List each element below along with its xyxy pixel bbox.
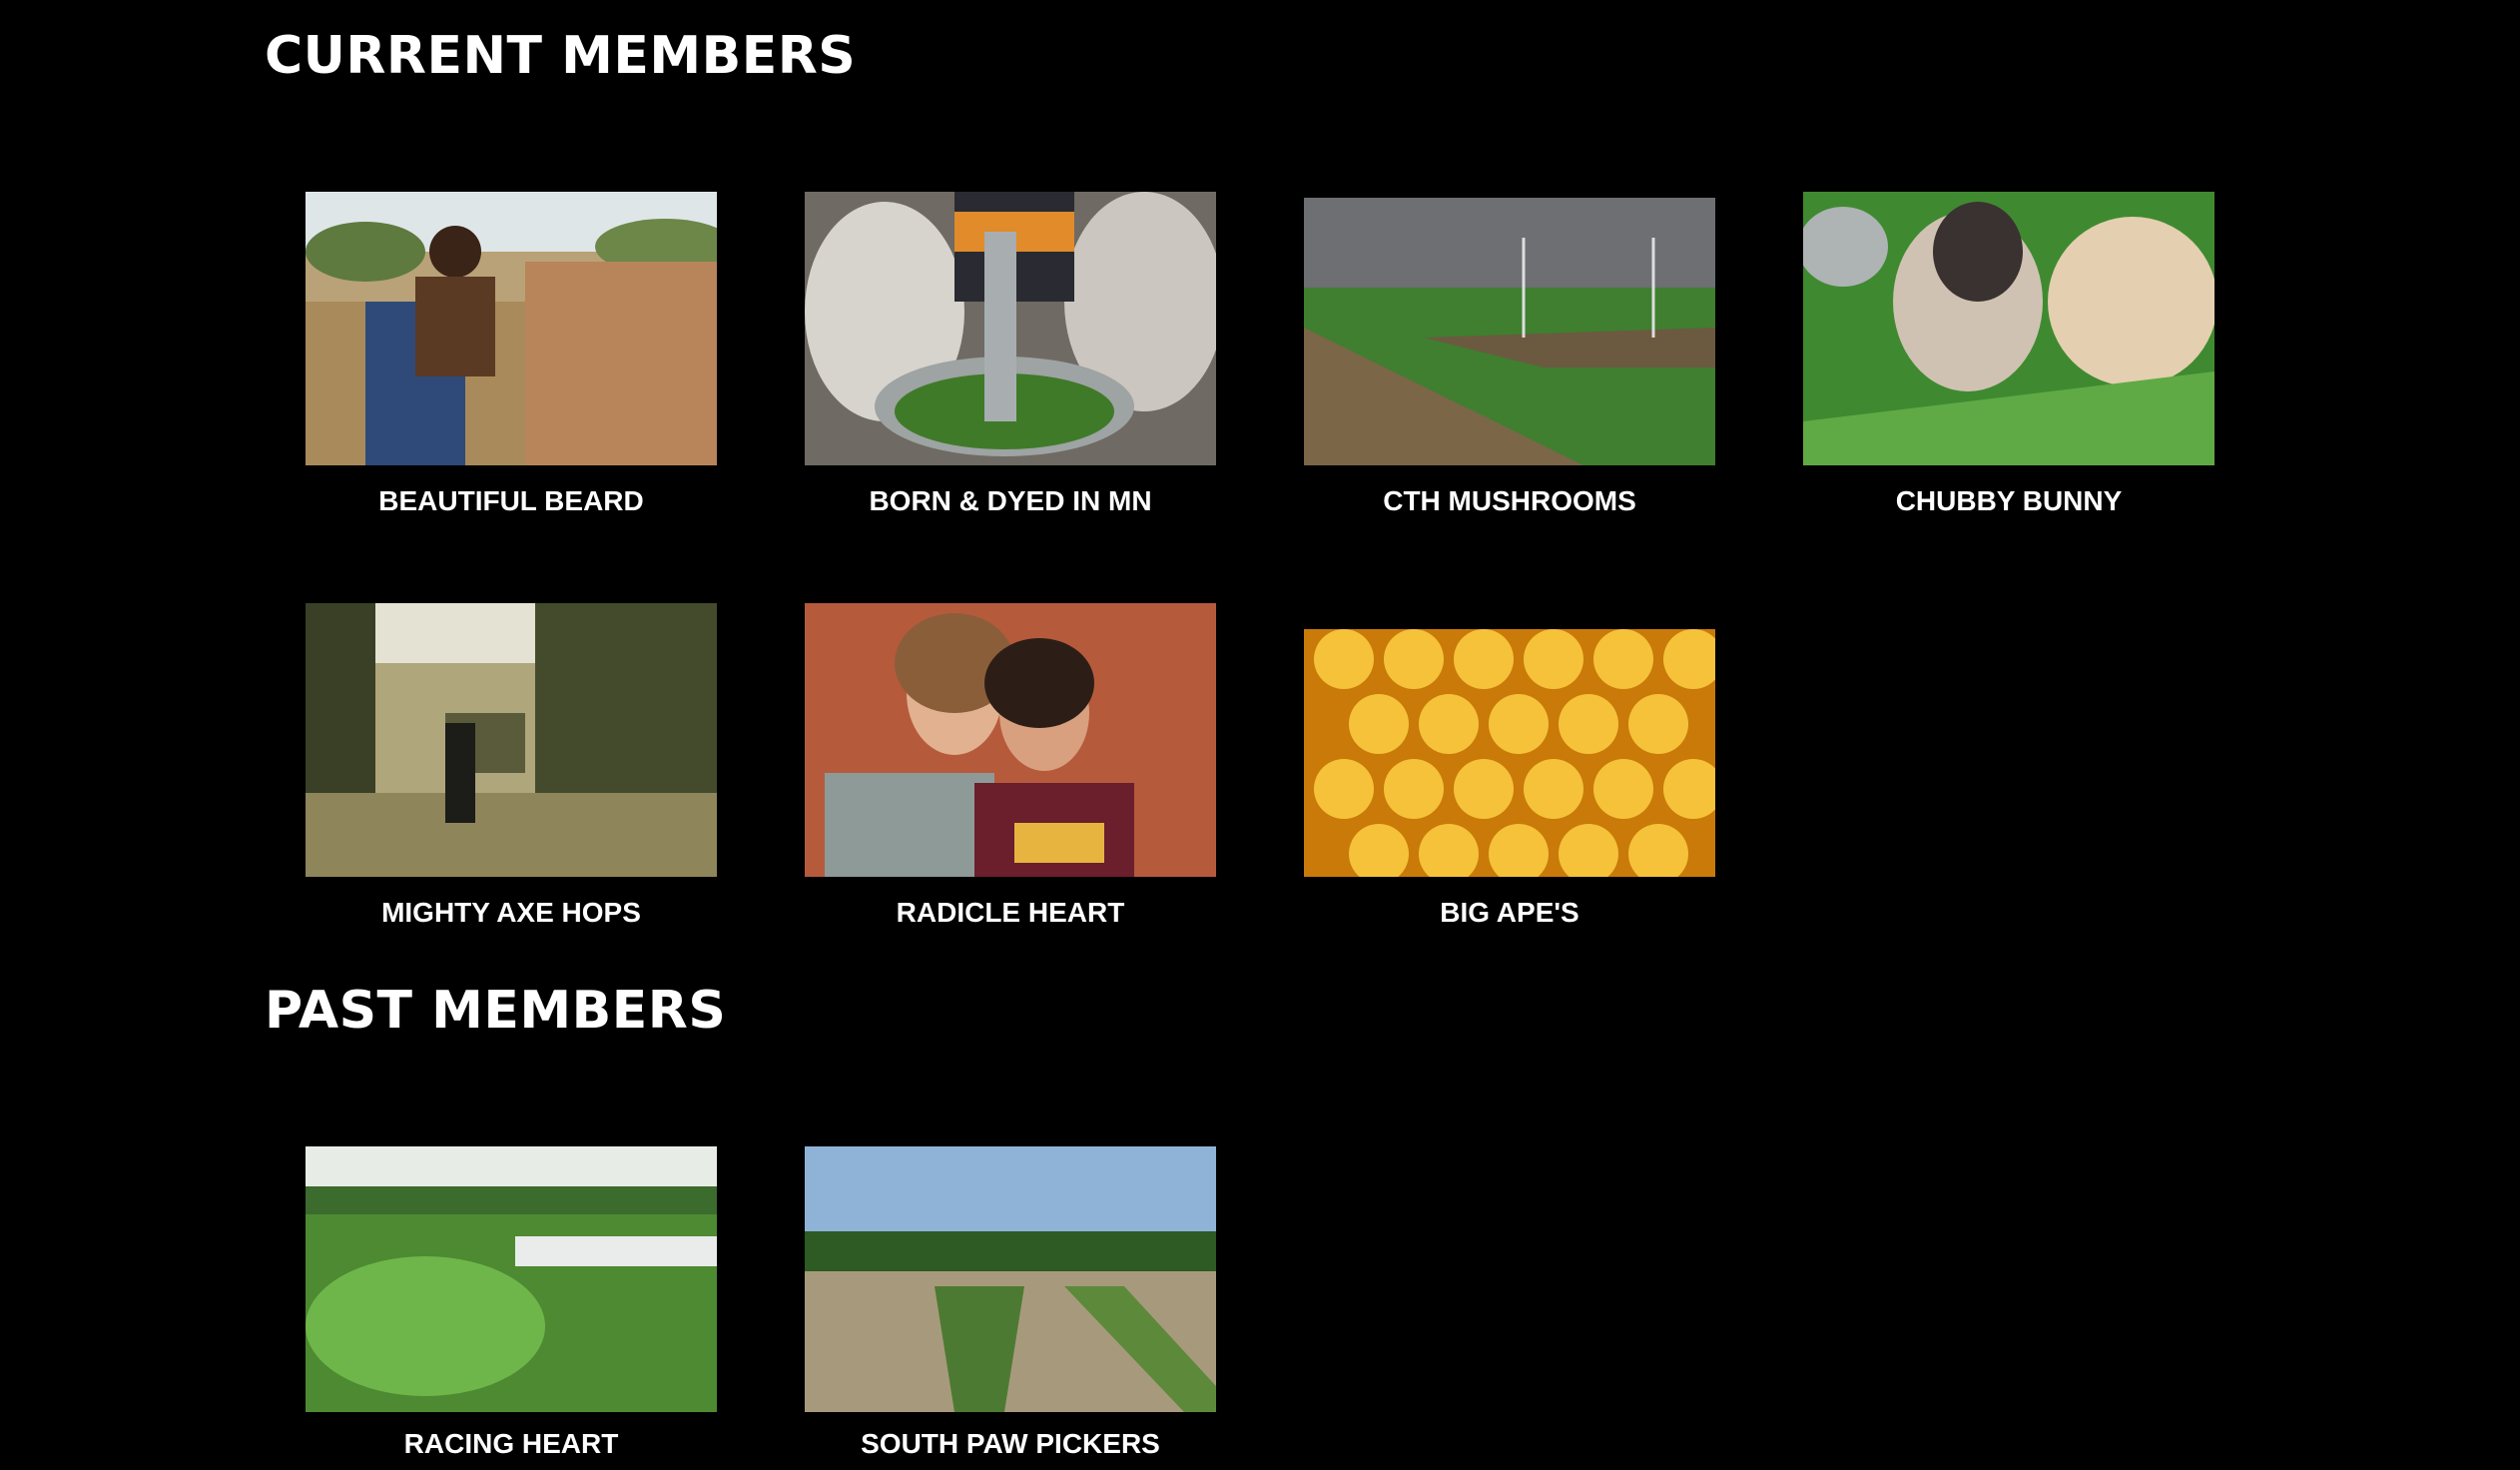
big-apes-photo[interactable]: [1304, 629, 1715, 877]
member-name[interactable]: MIGHTY AXE HOPS: [306, 897, 717, 929]
member-name[interactable]: CHUBBY BUNNY: [1803, 485, 2214, 517]
member-card-big-apes[interactable]: BIG APE'S: [1304, 603, 1715, 933]
member-card-beautiful-beard[interactable]: BEAUTIFUL BEARD: [306, 192, 717, 521]
chubby-bunny-photo[interactable]: [1803, 192, 2214, 465]
racing-heart-photo[interactable]: [306, 1146, 717, 1412]
member-name[interactable]: BIG APE'S: [1304, 897, 1715, 929]
member-card-radicle-heart[interactable]: RADICLE HEART: [805, 603, 1216, 933]
current-members-heading: CURRENT MEMBERS: [265, 26, 857, 86]
member-name[interactable]: BEAUTIFUL BEARD: [306, 485, 717, 517]
cth-mushrooms-photo[interactable]: [1304, 198, 1715, 465]
member-card-south-paw-pickers[interactable]: SOUTH PAW PICKERS: [805, 1146, 1216, 1470]
member-name[interactable]: RADICLE HEART: [805, 897, 1216, 929]
beautiful-beard-photo[interactable]: [306, 192, 717, 465]
member-card-cth-mushrooms[interactable]: CTH MUSHROOMS: [1304, 192, 1715, 521]
member-name[interactable]: BORN & DYED IN MN: [805, 485, 1216, 517]
south-paw-pickers-photo[interactable]: [805, 1146, 1216, 1412]
radicle-heart-photo[interactable]: [805, 603, 1216, 877]
mighty-axe-hops-photo[interactable]: [306, 603, 717, 877]
born-and-dyed-in-mn-photo[interactable]: [805, 192, 1216, 465]
member-card-born-and-dyed-in-mn[interactable]: BORN & DYED IN MN: [805, 192, 1216, 521]
member-name[interactable]: SOUTH PAW PICKERS: [805, 1428, 1216, 1460]
members-page: CURRENT MEMBERS BEAUTIFUL BEARD BORN & D…: [0, 0, 2520, 1470]
member-name[interactable]: RACING HEART: [306, 1428, 717, 1460]
member-name[interactable]: CTH MUSHROOMS: [1304, 485, 1715, 517]
member-card-racing-heart[interactable]: RACING HEART: [306, 1146, 717, 1470]
member-card-mighty-axe-hops[interactable]: MIGHTY AXE HOPS: [306, 603, 717, 933]
past-members-heading: PAST MEMBERS: [265, 981, 727, 1041]
member-card-chubby-bunny[interactable]: CHUBBY BUNNY: [1803, 192, 2214, 521]
